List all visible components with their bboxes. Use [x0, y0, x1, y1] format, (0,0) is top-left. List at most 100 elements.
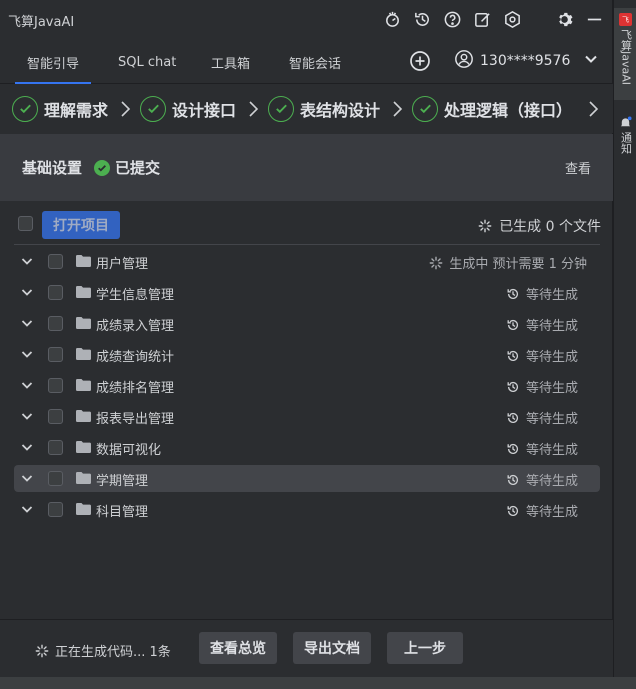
step-label: 理解需求	[44, 100, 109, 120]
module-status: 等待生成	[506, 346, 578, 365]
row-checkbox[interactable]	[48, 471, 63, 486]
status-text: 等待生成	[525, 319, 578, 334]
chevron-down-icon[interactable]	[20, 316, 34, 330]
row-checkbox[interactable]	[48, 285, 63, 300]
history-icon	[507, 505, 519, 516]
folder-icon	[76, 472, 91, 484]
divider	[14, 244, 600, 245]
check-badge-icon	[94, 159, 111, 176]
status-text: 等待生成	[525, 412, 578, 427]
chevron-right-icon	[393, 100, 403, 117]
basic-settings-title: 基础设置	[22, 159, 83, 177]
module-status: 等待生成	[506, 439, 578, 458]
view-overview-button[interactable]: 查看总览	[199, 632, 277, 664]
row-checkbox[interactable]	[48, 316, 63, 331]
folder-icon	[76, 379, 91, 391]
chevron-right-icon[interactable]	[586, 100, 600, 118]
export-doc-button[interactable]: 导出文档	[293, 632, 371, 664]
settings-hex-icon[interactable]	[501, 8, 523, 30]
step-label: 处理逻辑（接口）	[444, 100, 573, 120]
row-checkbox[interactable]	[48, 409, 63, 424]
spinner-icon	[429, 256, 443, 269]
folder-icon	[76, 410, 91, 422]
step-design-api[interactable]: 设计接口	[140, 95, 237, 122]
account-phone: 130****9576	[480, 53, 571, 69]
row-checkbox[interactable]	[48, 440, 63, 455]
open-project-button[interactable]: 打开项目	[42, 211, 120, 239]
folder-icon	[76, 317, 91, 329]
status-text: 等待生成	[525, 350, 578, 365]
status-text: 生成中 预计需要 1 分钟	[449, 257, 587, 272]
spinner-icon	[478, 219, 492, 233]
status-text: 等待生成	[525, 505, 578, 520]
step-label: 设计接口	[172, 100, 237, 120]
module-status: 等待生成	[506, 408, 578, 427]
chevron-down-icon[interactable]	[20, 409, 34, 423]
tab-smart-guide[interactable]: 智能引导	[14, 40, 92, 84]
folder-icon	[76, 348, 91, 360]
help-icon[interactable]	[441, 8, 463, 30]
chevron-down-icon[interactable]	[20, 254, 34, 268]
footer-bar: 正在生成代码... 1条 查看总览 导出文档 上一步	[0, 619, 613, 677]
list-item[interactable]: 成绩排名管理 等待生成	[14, 372, 600, 399]
step-understand-requirements[interactable]: 理解需求	[12, 95, 109, 122]
plugin-icon[interactable]	[381, 8, 403, 30]
row-checkbox[interactable]	[48, 347, 63, 362]
add-session-icon[interactable]	[408, 49, 432, 73]
check-circle-icon	[412, 95, 439, 122]
generating-status: 正在生成代码... 1条	[35, 641, 171, 660]
list-item[interactable]: 科目管理 等待生成	[14, 496, 600, 523]
chevron-down-icon[interactable]	[20, 440, 34, 454]
generated-count: 已生成 0 个文件	[478, 216, 601, 236]
tool-label: 飞算JavaAI	[619, 29, 633, 86]
tool-label: 通知	[619, 132, 633, 154]
list-item[interactable]: 学生信息管理 等待生成	[14, 279, 600, 306]
module-name: 成绩录入管理	[96, 319, 175, 334]
edit-icon[interactable]	[471, 8, 493, 30]
module-name: 学期管理	[96, 474, 149, 489]
view-link[interactable]: 查看	[565, 158, 591, 177]
list-item[interactable]: 报表导出管理 等待生成	[14, 403, 600, 430]
user-icon	[454, 49, 474, 73]
tab-smart-chat[interactable]: 智能会话	[289, 40, 341, 84]
plugin-panel: 飞算JavaAI 智能引导 SQL chat 工具箱 智能会话 130****9…	[0, 0, 613, 689]
chevron-down-icon[interactable]	[20, 285, 34, 299]
history-icon	[507, 288, 519, 299]
module-status: 等待生成	[506, 470, 578, 489]
generating-text: 正在生成代码... 1条	[55, 645, 171, 660]
select-all-checkbox[interactable]	[18, 216, 33, 231]
tab-sql-chat[interactable]: SQL chat	[118, 40, 176, 84]
row-checkbox[interactable]	[48, 502, 63, 517]
status-bar	[0, 677, 636, 689]
tab-toolbox[interactable]: 工具箱	[211, 40, 250, 84]
module-name: 数据可视化	[96, 443, 162, 458]
history-icon	[507, 474, 519, 485]
list-item[interactable]: 数据可视化 等待生成	[14, 434, 600, 461]
account-menu[interactable]: 130****9576	[454, 49, 598, 73]
chevron-down-icon[interactable]	[20, 378, 34, 392]
row-checkbox[interactable]	[48, 378, 63, 393]
module-name: 科目管理	[96, 505, 149, 520]
list-item[interactable]: 成绩录入管理 等待生成	[14, 310, 600, 337]
row-checkbox[interactable]	[48, 254, 63, 269]
tool-feisuan-javaai[interactable]: 飞 飞算JavaAI	[614, 8, 636, 100]
list-item[interactable]: 成绩查询统计 等待生成	[14, 341, 600, 368]
list-item[interactable]: 学期管理 等待生成	[14, 465, 600, 492]
gear-icon[interactable]	[553, 8, 575, 30]
chevron-down-icon[interactable]	[20, 347, 34, 361]
minimize-icon[interactable]	[583, 8, 605, 30]
module-status: 等待生成	[506, 284, 578, 303]
chevron-down-icon	[584, 52, 598, 70]
step-table-design[interactable]: 表结构设计	[268, 95, 380, 122]
module-status: 等待生成	[506, 501, 578, 520]
step-process-logic[interactable]: 处理逻辑（接口）	[412, 95, 573, 122]
chevron-down-icon[interactable]	[20, 502, 34, 516]
history-icon[interactable]	[411, 8, 433, 30]
tool-notifications[interactable]: 通知	[614, 112, 636, 162]
list-item[interactable]: 用户管理 生成中 预计需要 1 分钟	[14, 248, 600, 275]
tab-label: 智能会话	[289, 56, 342, 72]
chevron-down-icon[interactable]	[20, 471, 34, 485]
progress-steps: 理解需求 设计接口 表结构设计 处理逻辑（接口）	[0, 84, 613, 133]
module-name: 用户管理	[96, 257, 149, 272]
previous-step-button[interactable]: 上一步	[387, 632, 463, 664]
